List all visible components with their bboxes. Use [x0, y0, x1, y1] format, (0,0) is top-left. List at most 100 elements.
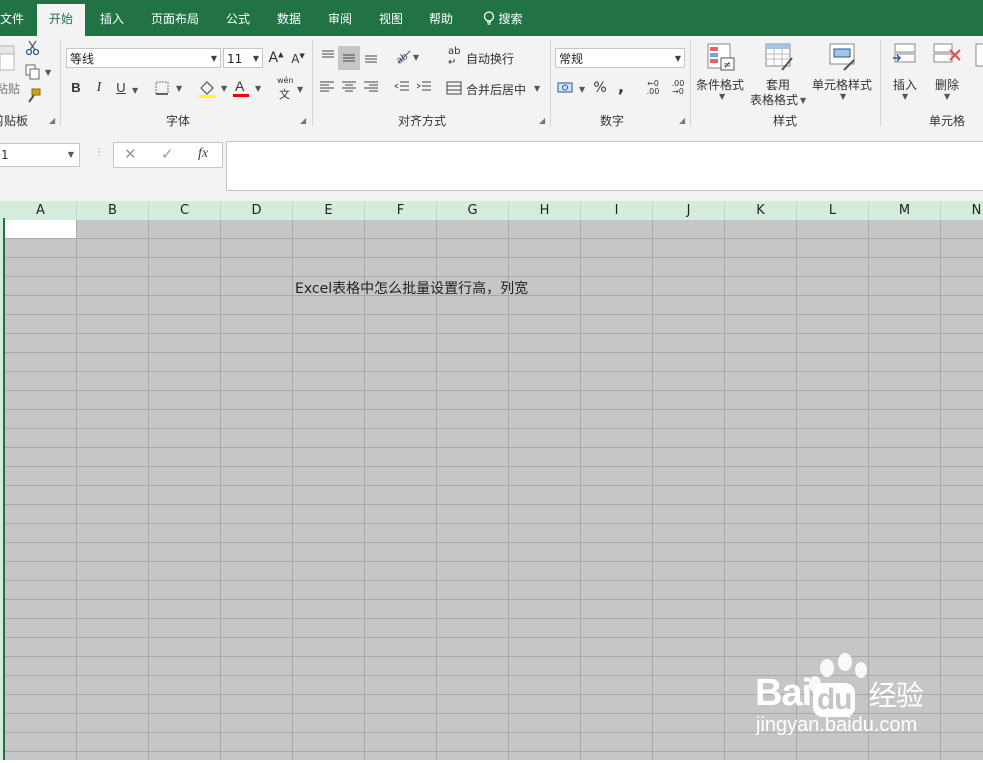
- align-right-button[interactable]: [363, 80, 379, 97]
- active-cell[interactable]: [5, 220, 76, 238]
- decrease-decimal-icon[interactable]: .00 →0: [668, 80, 688, 96]
- tab-formulas[interactable]: 公式: [218, 0, 258, 36]
- font-color-button[interactable]: A ▼: [233, 78, 263, 98]
- column-header-c[interactable]: C: [149, 201, 221, 220]
- font-name-select[interactable]: 等线 ▼: [66, 48, 221, 68]
- font-size-select[interactable]: 11 ▼: [223, 48, 263, 68]
- border-icon: [155, 81, 169, 95]
- bold-button[interactable]: B: [69, 80, 83, 95]
- column-header-g[interactable]: G: [437, 201, 509, 220]
- underline-button[interactable]: U: [114, 80, 128, 95]
- tab-view[interactable]: 视图: [371, 0, 411, 36]
- orientation-button[interactable]: ab ▼: [394, 48, 422, 68]
- column-header-f[interactable]: F: [365, 201, 437, 220]
- paste-button[interactable]: 粘贴: [0, 40, 20, 100]
- tab-help[interactable]: 帮助: [421, 0, 461, 36]
- enter-icon[interactable]: ✓: [161, 145, 174, 163]
- column-header-m[interactable]: M: [869, 201, 941, 220]
- tab-page-layout[interactable]: 页面布局: [144, 0, 206, 36]
- watermark-du-badge: du: [813, 683, 856, 717]
- column-header-b[interactable]: B: [77, 201, 149, 220]
- tab-file[interactable]: 文件: [0, 0, 28, 36]
- merge-cells-icon: [446, 81, 462, 95]
- conditional-formatting-icon: ≠: [707, 43, 735, 71]
- copy-button[interactable]: ▼: [25, 64, 53, 82]
- cell-styles-button[interactable]: 单元格样式 ▼: [810, 42, 876, 108]
- font-launcher-icon[interactable]: ◢: [300, 117, 308, 125]
- merge-center-button[interactable]: 合并后居中 ▼: [446, 79, 544, 99]
- column-header-a[interactable]: A: [5, 201, 77, 220]
- decrease-font-size-icon[interactable]: A▼: [290, 52, 306, 70]
- format-painter-button[interactable]: [25, 88, 43, 106]
- font-size-value: 11: [227, 52, 243, 66]
- copy-icon: [25, 64, 40, 80]
- top-align-button[interactable]: [319, 48, 337, 68]
- column-header-d[interactable]: D: [221, 201, 293, 220]
- column-header-h[interactable]: H: [509, 201, 581, 220]
- chevron-down-icon: ▼: [255, 84, 262, 93]
- format-as-table-button[interactable]: 套用 表格格式 ▼: [750, 42, 808, 108]
- column-header-j[interactable]: J: [653, 201, 725, 220]
- column-header-k[interactable]: K: [725, 201, 797, 220]
- alignment-launcher-icon[interactable]: ◢: [539, 117, 547, 125]
- increase-indent-button[interactable]: [415, 80, 433, 97]
- selection-border: [3, 218, 5, 760]
- tab-search[interactable]: 搜索: [478, 0, 528, 36]
- cut-button[interactable]: [25, 40, 41, 58]
- increase-decimal-icon[interactable]: ←0.00: [643, 80, 663, 96]
- paste-icon: [0, 45, 15, 71]
- cell-styles-icon: [829, 43, 855, 71]
- number-format-select[interactable]: 常规 ▼: [555, 48, 685, 68]
- percent-button[interactable]: %: [592, 80, 608, 96]
- column-header-i[interactable]: I: [581, 201, 653, 220]
- increase-indent-icon: [416, 81, 431, 91]
- phonetic-guide-button[interactable]: wén 文 ▼: [275, 76, 307, 101]
- clipboard-group-label: 剪贴板: [0, 114, 28, 128]
- insert-cells-icon: [893, 43, 916, 63]
- ribbon: 粘贴 ▼ 剪贴板 ◢ 等线 ▼ 11 ▼ A▲ A▼ B I U ▼: [0, 36, 983, 132]
- chevron-down-icon: ▼: [674, 54, 681, 63]
- conditional-formatting-button[interactable]: ≠ 条件格式 ▼: [694, 42, 748, 108]
- tab-insert[interactable]: 插入: [92, 0, 132, 36]
- cancel-icon[interactable]: ✕: [124, 145, 137, 163]
- number-launcher-icon[interactable]: ◢: [679, 117, 687, 125]
- accounting-format-button[interactable]: ▼: [557, 80, 587, 98]
- resize-handle-icon[interactable]: ⋮: [94, 147, 104, 158]
- clipboard-launcher-icon[interactable]: ◢: [49, 117, 57, 125]
- cell-content[interactable]: Excel表格中怎么批量设置行高，列宽: [295, 278, 528, 298]
- delete-cells-button[interactable]: 删除 ▼: [928, 42, 966, 108]
- format-cells-button[interactable]: [972, 42, 983, 108]
- tab-data[interactable]: 数据: [269, 0, 309, 36]
- watermark-url: jingyan.baidu.com: [756, 714, 918, 736]
- decrease-indent-button[interactable]: [393, 80, 411, 97]
- middle-align-button[interactable]: [338, 46, 360, 70]
- conditional-formatting-label: 条件格式: [696, 78, 745, 92]
- underline-dropdown-icon[interactable]: ▼: [132, 86, 138, 95]
- column-header-e[interactable]: E: [293, 201, 365, 220]
- paste-label: 粘贴: [0, 82, 21, 96]
- format-as-table-label-2: 表格格式: [750, 93, 799, 107]
- tab-review[interactable]: 审阅: [320, 0, 360, 36]
- wrap-text-button[interactable]: ab ↵ 自动换行: [448, 46, 518, 68]
- formula-input[interactable]: [226, 141, 983, 191]
- tab-home[interactable]: 开始: [37, 4, 85, 36]
- align-center-button[interactable]: [341, 80, 357, 97]
- chevron-down-icon: ▼: [176, 84, 183, 93]
- fill-color-button[interactable]: ▼: [198, 80, 228, 98]
- styles-group-label: 样式: [772, 114, 797, 128]
- borders-button[interactable]: ▼: [155, 81, 185, 97]
- italic-button[interactable]: I: [92, 80, 106, 96]
- column-header-n[interactable]: N: [941, 201, 983, 220]
- merge-center-label: 合并后居中: [466, 83, 527, 97]
- insert-cells-button[interactable]: 插入 ▼: [886, 42, 924, 108]
- bottom-align-button[interactable]: [362, 48, 380, 68]
- align-left-button[interactable]: [319, 80, 335, 97]
- column-header-l[interactable]: L: [797, 201, 869, 220]
- chevron-down-icon: ▼: [413, 53, 420, 62]
- font-name-value: 等线: [70, 52, 95, 66]
- insert-function-icon[interactable]: fx: [198, 146, 208, 162]
- name-box[interactable]: 1 ▼: [0, 143, 80, 167]
- increase-font-size-icon[interactable]: A▲: [268, 50, 284, 68]
- comma-button[interactable]: ,: [616, 77, 626, 96]
- chevron-down-icon: ▼: [252, 54, 259, 63]
